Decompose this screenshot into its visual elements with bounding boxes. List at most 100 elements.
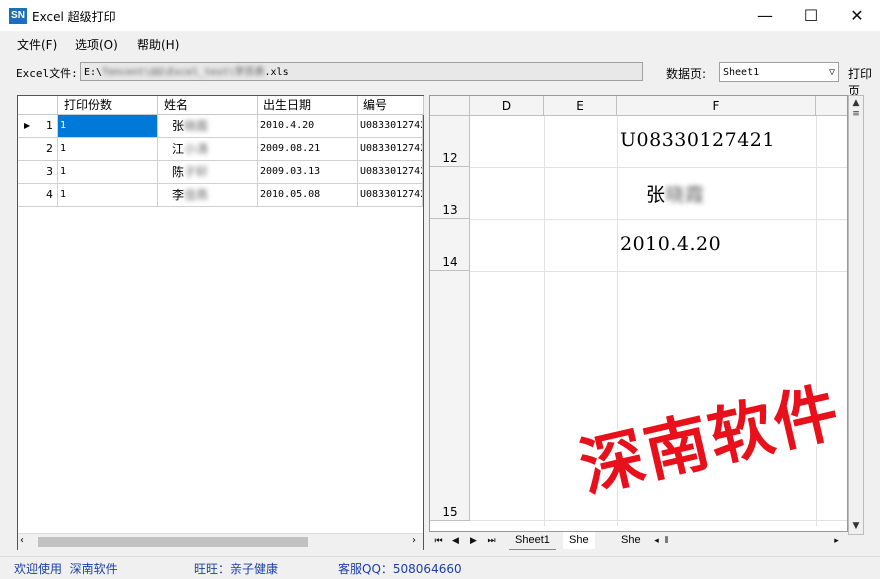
column-header-e[interactable]: E [544, 96, 617, 116]
row-index: 1 [46, 119, 53, 132]
tab-splitter-icon[interactable]: ⦀ [659, 534, 674, 548]
sheet-tab-3[interactable]: She [615, 532, 647, 549]
table-row[interactable]: 2 1 江小涛 2009.08.21 U0833012742 [18, 138, 423, 161]
row-header[interactable]: 3 [18, 161, 58, 184]
scroll-up-icon[interactable]: ▲ [849, 96, 863, 110]
cell-name[interactable]: 陈子轩 [158, 161, 258, 184]
tab-scroll-right-icon[interactable]: ▸ [829, 534, 844, 548]
sheet-name-first: 张 [646, 184, 666, 206]
cell-id[interactable]: U0833012742 [358, 161, 423, 184]
scroll-right-icon[interactable]: › [412, 535, 416, 546]
status-qq: 客服QQ：508064660 [338, 562, 462, 576]
table-row[interactable]: 3 1 陈子轩 2009.03.13 U0833012742 [18, 161, 423, 184]
excel-file-label: Excel文件: [16, 67, 78, 80]
grid-horizontal-scrollbar[interactable]: ‹ › [18, 533, 423, 550]
name-rest-blurred: 晓霞 [184, 119, 209, 133]
file-path-blurred: Tencent\QQ\Excel_test\学员表 [102, 67, 265, 78]
gridline [470, 167, 847, 168]
name-first-char: 陈 [172, 165, 185, 179]
scroll-left-icon[interactable]: ‹ [20, 535, 24, 546]
row-header[interactable]: 4 [18, 184, 58, 207]
column-header-birth[interactable]: 出生日期 [258, 96, 358, 115]
cell-id[interactable]: U0833012742 [358, 115, 423, 138]
name-first-char: 江 [172, 142, 185, 156]
column-header-d[interactable]: D [470, 96, 544, 116]
excel-file-path-field[interactable]: E:\Tencent\QQ\Excel_test\学员表.xls [80, 62, 643, 81]
data-grid[interactable]: 打印份数 姓名 出生日期 编号 ▶ 1 1 张晓霞 2010.4.20 U0833… [17, 95, 424, 550]
cell-copies[interactable]: 1 [58, 138, 158, 161]
column-header-g[interactable] [816, 96, 847, 116]
current-row-arrow-icon: ▶ [24, 121, 31, 130]
sheet-name-rest-blurred: 晓霞 [665, 184, 705, 206]
maximize-button[interactable]: ☐ [788, 0, 834, 31]
sheet-tab-2[interactable]: She [563, 532, 595, 549]
cell-copies[interactable]: 1 [58, 184, 158, 207]
cell-name[interactable]: 张晓霞 [158, 115, 258, 138]
sheet-cell-birth[interactable]: 2010.4.20 [620, 233, 721, 255]
sheet-cell-name[interactable]: 张晓霞 [646, 180, 705, 207]
title-bar: SN Excel 超级打印 — ☐ ✕ [0, 0, 880, 31]
menu-options[interactable]: 选项(O) [75, 36, 118, 53]
status-bar: 欢迎使用 深南软件 旺旺：亲子健康 客服QQ：508064660 [0, 556, 880, 579]
table-row[interactable]: ▶ 1 1 张晓霞 2010.4.20 U0833012742 [18, 115, 423, 138]
close-button[interactable]: ✕ [834, 0, 880, 31]
data-sheet-select[interactable]: Sheet1 ▽ [719, 62, 839, 82]
row-header-13[interactable]: 13 [430, 167, 470, 219]
gridline [470, 271, 847, 272]
status-welcome: 欢迎使用 深南软件 [14, 562, 118, 576]
status-wangwang: 旺旺：亲子健康 [194, 562, 279, 576]
cell-name[interactable]: 江小涛 [158, 138, 258, 161]
minimize-button[interactable]: — [742, 0, 788, 31]
row-header[interactable]: 2 [18, 138, 58, 161]
sheet-cell-id[interactable]: U08330127421 [620, 129, 775, 151]
cell-birth[interactable]: 2009.08.21 [258, 138, 358, 161]
split-handle-icon[interactable]: ≡ [849, 110, 863, 119]
sheet-vertical-scrollbar[interactable]: ▲ ≡ ▼ [848, 95, 864, 535]
row-header[interactable]: ▶ 1 [18, 115, 58, 138]
sheet-corner [430, 96, 470, 116]
chevron-down-icon: ▽ [828, 67, 835, 78]
row-header-12[interactable]: 12 [430, 116, 470, 167]
menu-help[interactable]: 帮助(H) [137, 36, 179, 53]
name-rest-blurred: 小涛 [184, 142, 209, 156]
scrollbar-thumb[interactable] [38, 537, 308, 547]
app-icon: SN [9, 8, 27, 24]
cell-id[interactable]: U0833012742 [358, 184, 423, 207]
scroll-down-icon[interactable]: ▼ [849, 519, 863, 533]
cell-birth[interactable]: 2010.05.08 [258, 184, 358, 207]
column-header-f[interactable]: F [617, 96, 816, 116]
column-header-id[interactable]: 编号 [358, 96, 424, 115]
gridline [470, 520, 847, 521]
data-sheet-value: Sheet1 [723, 67, 760, 78]
menu-file[interactable]: 文件(F) [17, 36, 57, 53]
data-sheet-label: 数据页: [666, 67, 707, 81]
row-header-15[interactable]: 15 [430, 271, 470, 521]
print-page-label: 打印页 [848, 67, 873, 98]
row-header-14[interactable]: 14 [430, 219, 470, 271]
prev-sheet-icon[interactable]: ◀ [448, 534, 463, 548]
grid-corner-header [18, 96, 58, 115]
column-header-name[interactable]: 姓名 [158, 96, 258, 115]
cell-name[interactable]: 李佳燕 [158, 184, 258, 207]
first-sheet-icon[interactable]: ⏮ [431, 534, 446, 548]
cell-birth[interactable]: 2010.4.20 [258, 115, 358, 138]
name-rest-blurred: 子轩 [184, 165, 209, 179]
sheet-tab-bar: ⏮ ◀ ▶ ⏭ Sheet1 She She ◂ ⦀ ▸ [429, 531, 848, 551]
row-index: 3 [46, 165, 53, 178]
file-path-prefix: E:\ [84, 67, 103, 78]
table-row[interactable]: 4 1 李佳燕 2010.05.08 U0833012742 [18, 184, 423, 207]
cell-birth[interactable]: 2009.03.13 [258, 161, 358, 184]
cell-copies[interactable]: 1 [58, 115, 158, 138]
file-path-suffix: .xls [264, 67, 289, 78]
last-sheet-icon[interactable]: ⏭ [484, 534, 499, 548]
sheet-tab-1[interactable]: Sheet1 [509, 532, 556, 550]
column-header-copies[interactable]: 打印份数 [58, 96, 158, 115]
row-index: 4 [46, 188, 53, 201]
name-first-char: 李 [172, 188, 185, 202]
cell-id[interactable]: U0833012742 [358, 138, 423, 161]
row-index: 2 [46, 142, 53, 155]
next-sheet-icon[interactable]: ▶ [466, 534, 481, 548]
gridline [544, 116, 545, 526]
cell-copies[interactable]: 1 [58, 161, 158, 184]
gridline [816, 116, 817, 526]
